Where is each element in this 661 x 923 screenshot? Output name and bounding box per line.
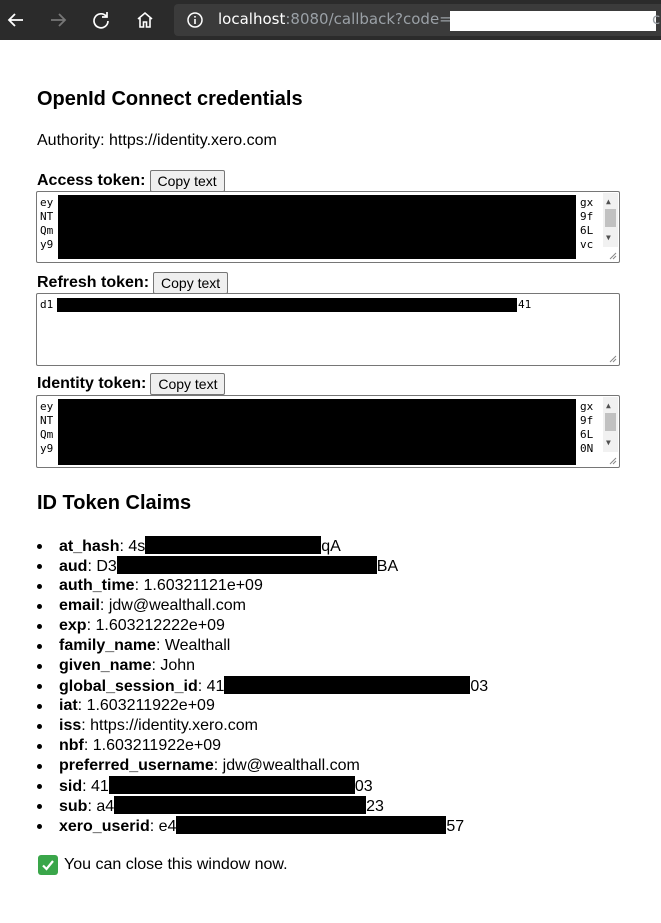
redaction-block — [224, 676, 471, 694]
identity-token-label: Identity token: — [37, 375, 147, 392]
claim-item: family_name: Wealthall — [37, 636, 488, 656]
identity-token-textarea[interactable]: ey gx NT 9f Qm 6L y9 0N ▲ ▼ — [36, 395, 620, 468]
claim-item: exp: 1.603212222e+09 — [37, 616, 488, 636]
claim-item: nbf: 1.603211922e+09 — [37, 736, 488, 756]
redaction-block — [108, 776, 355, 794]
claim-item: aud: D3 BA — [37, 556, 488, 576]
copy-refresh-token-button[interactable]: Copy text — [153, 272, 229, 294]
copy-identity-token-button[interactable]: Copy text — [150, 373, 226, 395]
vertical-scrollbar[interactable]: ▲ ▼ — [603, 397, 618, 452]
redaction-block — [58, 399, 576, 465]
resize-handle-icon[interactable] — [607, 250, 617, 260]
scroll-thumb[interactable] — [605, 413, 616, 431]
close-window-text: You can close this window now. — [64, 856, 288, 873]
access-token-textarea[interactable]: ey gx NT 9f Qm 6L y9 vc ▲ ▼ — [36, 191, 620, 263]
claim-item: iat: 1.603211922e+09 — [37, 696, 488, 716]
back-arrow-icon[interactable] — [4, 8, 28, 32]
claim-item: xero_userid: e4 57 — [37, 816, 488, 836]
redaction-block — [176, 816, 447, 834]
claims-title: ID Token Claims — [37, 492, 192, 514]
claim-item: preferred_username: jdw@wealthall.com — [37, 756, 488, 776]
refresh-token-textarea[interactable]: d1 41 — [36, 293, 620, 366]
claim-item: auth_time: 1.60321121e+09 — [37, 576, 488, 596]
refresh-token-label-row: Refresh token: Copy text — [37, 272, 229, 294]
resize-handle-icon[interactable] — [607, 455, 617, 465]
address-bar[interactable]: localhost:8080/callback?code=1f ca — [174, 4, 661, 36]
resize-handle-icon[interactable] — [607, 353, 617, 363]
claim-item: sub: a4 23 — [37, 796, 488, 816]
redaction-block — [58, 195, 576, 259]
authority-text: Authority: https://identity.xero.com — [37, 132, 277, 149]
redaction-block — [116, 556, 377, 574]
close-window-message: You can close this window now. — [38, 855, 288, 875]
access-token-label-row: Access token: Copy text — [37, 170, 225, 192]
info-icon[interactable] — [186, 11, 204, 34]
refresh-icon[interactable] — [89, 8, 113, 32]
refresh-token-label: Refresh token: — [37, 274, 150, 291]
claims-list: at_hash: 4s qA aud: D3 BA auth_time: 1.603… — [37, 536, 488, 836]
claim-item: sid: 41 03 — [37, 776, 488, 796]
browser-toolbar: localhost:8080/callback?code=1f ca — [0, 0, 661, 40]
claim-item: global_session_id: 41 03 — [37, 676, 488, 696]
forward-arrow-icon[interactable] — [46, 8, 70, 32]
vertical-scrollbar[interactable]: ▲ ▼ — [603, 193, 618, 247]
redaction-block — [114, 796, 367, 814]
identity-token-label-row: Identity token: Copy text — [37, 373, 226, 395]
scroll-down-icon[interactable]: ▼ — [606, 436, 611, 450]
scroll-down-icon[interactable]: ▼ — [606, 231, 611, 245]
check-mark-icon — [38, 855, 58, 875]
claim-item: iss: https://identity.xero.com — [37, 716, 488, 736]
claim-item: email: jdw@wealthall.com — [37, 596, 488, 616]
redaction-block — [145, 536, 322, 554]
scroll-up-icon[interactable]: ▲ — [606, 195, 611, 209]
page-title: OpenId Connect credentials — [37, 88, 303, 110]
redaction-block — [57, 298, 517, 312]
copy-access-token-button[interactable]: Copy text — [149, 170, 225, 192]
home-icon[interactable] — [133, 8, 157, 32]
url-tail: ca — [652, 10, 661, 28]
scroll-thumb[interactable] — [605, 209, 616, 227]
url-redaction — [450, 11, 656, 31]
claim-item: given_name: John — [37, 656, 488, 676]
claim-item: at_hash: 4s qA — [37, 536, 488, 556]
access-token-label: Access token: — [37, 172, 146, 189]
url-text: localhost:8080/callback?code=1f — [218, 10, 467, 28]
scroll-up-icon[interactable]: ▲ — [606, 399, 611, 413]
